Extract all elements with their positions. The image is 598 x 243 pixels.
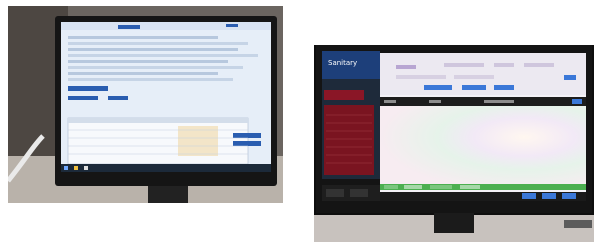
table-header [380,97,586,106]
brand-text: Sanitary [328,59,357,67]
monitor-screen [61,22,271,172]
photo-left-monitor [8,6,283,203]
app-sidebar: Sanitary [322,51,380,179]
monitor-screen [380,53,586,201]
taskbar [61,164,271,172]
photo-right-monitor: Sanitary [314,45,594,242]
